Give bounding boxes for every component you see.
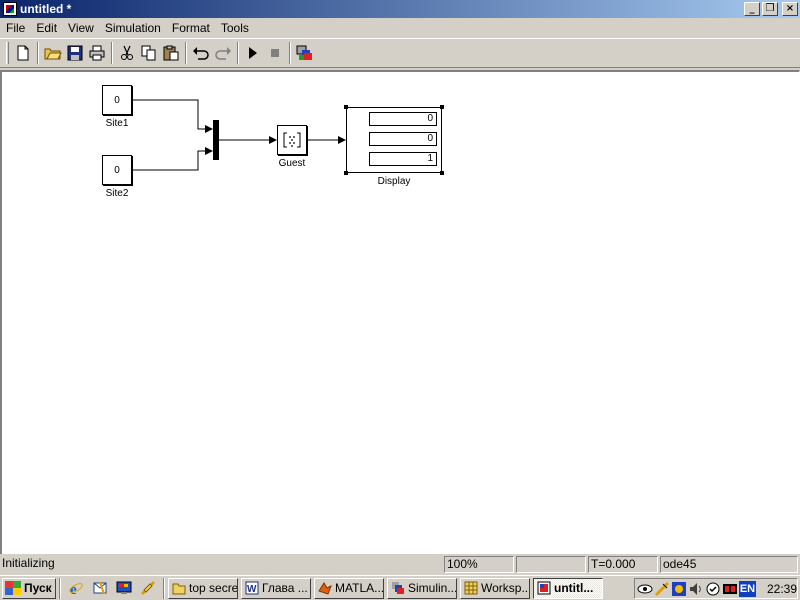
undo-icon[interactable] bbox=[190, 42, 212, 64]
status-bar: Initializing 100% T=0.000 ode45 bbox=[0, 555, 800, 574]
toolbar bbox=[0, 38, 800, 68]
title-bar[interactable]: untitled * _ ❐ × bbox=[0, 0, 800, 18]
task-matlab[interactable]: MATLA... bbox=[314, 577, 384, 599]
selection-handle[interactable] bbox=[440, 171, 444, 175]
subsystem-icon bbox=[283, 132, 301, 148]
toolbar-separator bbox=[111, 42, 113, 64]
menu-tools[interactable]: Tools bbox=[215, 21, 254, 35]
menu-format[interactable]: Format bbox=[166, 21, 215, 35]
task-label: MATLA... bbox=[335, 581, 384, 595]
internet-explorer-icon[interactable]: e bbox=[66, 578, 86, 598]
site2-label: Site2 bbox=[105, 188, 129, 199]
close-button[interactable]: × bbox=[782, 2, 798, 16]
start-label: Пуск bbox=[24, 581, 52, 595]
tray-language-indicator[interactable]: EN bbox=[739, 580, 756, 597]
task-label: untitl... bbox=[554, 581, 594, 595]
site1-label: Site1 bbox=[105, 118, 129, 129]
task-word-document[interactable]: W Глава ... bbox=[241, 577, 311, 599]
task-label: Worksp... bbox=[481, 581, 530, 595]
menu-edit[interactable]: Edit bbox=[30, 21, 62, 35]
display-block[interactable]: 0 0 1 bbox=[346, 107, 442, 173]
cut-icon[interactable] bbox=[116, 42, 138, 64]
status-blank bbox=[516, 556, 586, 573]
tray-power-icon[interactable] bbox=[654, 581, 670, 597]
line-site2-mux[interactable] bbox=[133, 147, 213, 171]
site1-value: 0 bbox=[114, 94, 120, 106]
toolbar-separator bbox=[37, 42, 39, 64]
tray-antivirus-icon[interactable] bbox=[705, 581, 721, 597]
window-title: untitled * bbox=[20, 2, 72, 16]
status-message: Initializing bbox=[2, 556, 55, 570]
print-icon[interactable] bbox=[86, 42, 108, 64]
tray-eye-icon[interactable] bbox=[637, 581, 653, 597]
tray-volume-icon[interactable] bbox=[688, 581, 704, 597]
taskbar: Пуск e top secret W Глава ... MATLA... S… bbox=[0, 575, 800, 600]
copy-icon[interactable] bbox=[138, 42, 160, 64]
toolbar-grip[interactable] bbox=[6, 42, 9, 64]
status-solver: ode45 bbox=[660, 556, 798, 573]
svg-text:W: W bbox=[247, 584, 257, 595]
simulink-window: untitled * _ ❐ × File Edit View Simulati… bbox=[0, 0, 800, 575]
minimize-button[interactable]: _ bbox=[744, 2, 760, 16]
taskbar-separator bbox=[163, 577, 165, 599]
selection-handle[interactable] bbox=[440, 105, 444, 109]
status-time: T=0.000 bbox=[588, 556, 658, 573]
mux-block[interactable] bbox=[213, 120, 219, 160]
simulink-app-icon[interactable] bbox=[3, 2, 17, 16]
start-simulation-icon[interactable] bbox=[242, 42, 264, 64]
display-label: Display bbox=[377, 176, 411, 187]
windows-flag-icon bbox=[5, 581, 21, 595]
toolbar-separator bbox=[237, 42, 239, 64]
line-site1-mux[interactable] bbox=[133, 99, 213, 133]
restore-button[interactable]: ❐ bbox=[762, 2, 778, 16]
svg-text:e: e bbox=[70, 582, 77, 596]
site2-constant-block[interactable]: 0 bbox=[102, 155, 132, 185]
save-icon[interactable] bbox=[64, 42, 86, 64]
toolbar-separator bbox=[185, 42, 187, 64]
outlook-express-icon[interactable] bbox=[90, 578, 110, 598]
selection-handle[interactable] bbox=[344, 105, 348, 109]
model-canvas[interactable]: 0 Site1 0 Site2 Guest 0 0 1 Display bbox=[0, 70, 800, 554]
menu-file[interactable]: File bbox=[0, 21, 30, 35]
task-label: top secret bbox=[189, 581, 238, 595]
site2-value: 0 bbox=[114, 164, 120, 176]
tray-network-icon[interactable] bbox=[722, 581, 738, 597]
taskbar-separator bbox=[59, 577, 61, 599]
task-label: Simulin... bbox=[408, 581, 457, 595]
selection-handle[interactable] bbox=[344, 171, 348, 175]
display-value-3: 1 bbox=[369, 152, 437, 166]
task-simulink[interactable]: Simulin... bbox=[387, 577, 457, 599]
menu-simulation[interactable]: Simulation bbox=[99, 21, 166, 35]
redo-icon[interactable] bbox=[212, 42, 234, 64]
menu-bar: File Edit View Simulation Format Tools bbox=[0, 19, 800, 37]
open-icon[interactable] bbox=[42, 42, 64, 64]
status-zoom: 100% bbox=[444, 556, 514, 573]
paste-icon[interactable] bbox=[160, 42, 182, 64]
guest-label: Guest bbox=[278, 158, 306, 169]
library-browser-icon[interactable] bbox=[294, 42, 316, 64]
stop-simulation-icon[interactable] bbox=[264, 42, 286, 64]
start-button[interactable]: Пуск bbox=[2, 577, 56, 599]
display-value-1: 0 bbox=[369, 112, 437, 126]
desktop-icon[interactable] bbox=[114, 578, 134, 598]
system-tray: EN 22:39 bbox=[634, 578, 798, 599]
task-label: Глава ... bbox=[262, 581, 308, 595]
toolbar-separator bbox=[289, 42, 291, 64]
task-top-secret[interactable]: top secret bbox=[168, 577, 238, 599]
new-icon[interactable] bbox=[12, 42, 34, 64]
quick-launch-app-icon[interactable] bbox=[138, 578, 158, 598]
menu-view[interactable]: View bbox=[62, 21, 99, 35]
tray-clock[interactable]: 22:39 bbox=[767, 582, 797, 596]
site1-constant-block[interactable]: 0 bbox=[102, 85, 132, 115]
tray-media-icon[interactable] bbox=[671, 581, 687, 597]
guest-subsystem-block[interactable] bbox=[277, 125, 307, 155]
display-value-2: 0 bbox=[369, 132, 437, 146]
task-untitled-active[interactable]: untitl... bbox=[533, 577, 603, 599]
task-workspace[interactable]: Worksp... bbox=[460, 577, 530, 599]
